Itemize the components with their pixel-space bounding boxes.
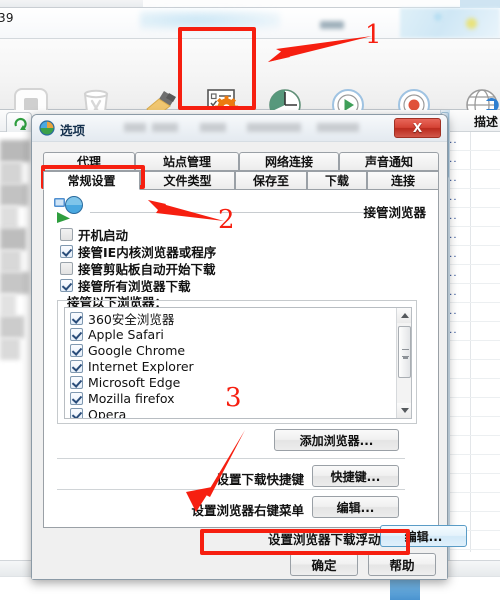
browser-list-scroll-up-icon[interactable]	[397, 308, 411, 323]
browser-group-box: 360安全浏览器 Apple Safari Google Chrome Interne…	[57, 300, 417, 424]
background-taskbar-highlight	[390, 578, 420, 600]
background-blur-region-left	[140, 10, 280, 30]
background-blurred-left-column	[0, 140, 30, 360]
tab-0-row2[interactable]: 常规设置	[43, 171, 140, 190]
list-item-label: Mozilla firefox	[88, 390, 175, 406]
ok-button[interactable]: 确定	[290, 553, 358, 576]
shortcut-edit-button[interactable]: 快捷键...	[312, 465, 399, 487]
tab-2-row1[interactable]: 网络连接	[239, 152, 339, 171]
context-menu-row-label: 设置浏览器右键菜单	[191, 503, 304, 518]
list-item-label: Google Chrome	[88, 342, 186, 358]
checkbox-checked-icon[interactable]	[70, 343, 83, 357]
background-blur-dot-yellow	[466, 18, 477, 29]
list-item-label: 360安全浏览器	[88, 311, 175, 327]
browser-list-box[interactable]: 360安全浏览器 Apple Safari Google Chrome Interne…	[64, 307, 412, 419]
checkbox-row-2[interactable]: 接管剪贴板自动开始下载	[60, 260, 216, 277]
list-item-label: Internet Explorer	[88, 358, 194, 374]
floating-bar-edit-button[interactable]: 编辑...	[380, 525, 467, 547]
refresh-green-arrow-icon	[14, 117, 27, 131]
checkbox-checked-icon[interactable]	[70, 391, 83, 405]
tab-2-row2[interactable]: 保存至	[235, 171, 307, 190]
options-globe-icon	[39, 120, 55, 136]
options-dialog: 选项 X 代理 站点管理 网络连接 声音通知常规设置 文件类型 保存至 下载 连接	[31, 114, 467, 580]
browser-list-scroll-thumb[interactable]	[398, 326, 411, 378]
help-button[interactable]: 帮助	[368, 553, 436, 576]
panel-divider	[90, 212, 380, 213]
list-item[interactable]: Opera	[70, 406, 127, 419]
dialog-title: 选项	[60, 123, 86, 138]
list-item-label: Microsoft Edge	[88, 374, 181, 390]
tab-0-row1[interactable]: 代理	[43, 152, 135, 171]
dialog-title-bar[interactable]: 选项 X	[32, 115, 447, 142]
list-item[interactable]: Internet Explorer	[70, 358, 194, 374]
checkbox-row-0[interactable]: 开机启动	[60, 226, 128, 243]
shortcut-row-label: 设置下载快捷键	[216, 472, 304, 487]
list-item-label: Apple Safari	[88, 326, 164, 342]
checkbox-checked-icon[interactable]	[70, 327, 83, 341]
background-top-strip-inner	[143, 0, 463, 7]
tab-1-row2[interactable]: 文件类型	[140, 171, 235, 190]
list-item-label: Opera	[88, 406, 127, 419]
checkbox-checked-icon[interactable]	[70, 311, 83, 325]
panel-section-title: 接管浏览器	[363, 205, 426, 220]
background-blur-region-mid	[320, 21, 344, 29]
tab-3-row2[interactable]: 下载	[307, 171, 367, 190]
background-small-tab[interactable]	[6, 112, 32, 132]
checkbox-checked-icon[interactable]	[70, 407, 83, 418]
checkbox-unchecked-icon[interactable]	[60, 228, 73, 241]
dialog-tab-strip: 代理 站点管理 网络连接 声音通知常规设置 文件类型 保存至 下载 连接	[43, 152, 439, 190]
browser-list-scroll-down-icon[interactable]	[397, 403, 411, 418]
list-item[interactable]: Mozilla firefox	[70, 390, 175, 406]
dialog-body: 代理 站点管理 网络连接 声音通知常规设置 文件类型 保存至 下载 连接 接管浏览器 开机启动…	[32, 142, 467, 579]
tab-1-row1[interactable]: 站点管理	[135, 152, 239, 171]
context-menu-edit-button[interactable]: 编辑...	[312, 496, 399, 518]
panel-divider-2	[57, 458, 405, 459]
checkbox-unchecked-icon[interactable]	[60, 262, 73, 275]
list-item[interactable]: Apple Safari	[70, 326, 164, 342]
browser-takeover-icon	[54, 196, 83, 223]
panel-divider-3	[57, 489, 405, 490]
main-toolbar: 全部停止 删除任务 删除全部	[0, 38, 500, 144]
dialog-close-button[interactable]: X	[394, 118, 441, 138]
browser-list-scrollbar[interactable]	[396, 308, 411, 418]
checkbox-checked-icon[interactable]	[60, 279, 73, 292]
screenshot-root: 39 全部停止 删除任务 删除全部	[0, 0, 500, 600]
background-blur-dot-blue	[434, 13, 442, 21]
floating-bar-row-label: 设置浏览器下载浮动条	[267, 532, 393, 547]
checkbox-checked-icon[interactable]	[60, 245, 73, 258]
checkbox-checked-icon[interactable]	[70, 359, 83, 373]
background-blur-region-right	[400, 8, 500, 38]
list-item[interactable]: Microsoft Edge	[70, 374, 180, 390]
list-item[interactable]: 360安全浏览器	[70, 310, 175, 327]
checkbox-row-1[interactable]: 接管IE内核浏览器或程序	[60, 243, 216, 260]
background-top-blur	[460, 0, 500, 8]
checkbox-checked-icon[interactable]	[70, 375, 83, 389]
general-settings-panel: 接管浏览器 开机启动 接管IE内核浏览器或程序 接管剪贴板自动开始下载 接管所有浏览器…	[43, 190, 439, 528]
tab-3-row1[interactable]: 声音通知	[339, 152, 439, 171]
background-partial-number: 39	[0, 11, 14, 25]
tab-4-row2[interactable]: 连接	[367, 171, 439, 190]
list-item[interactable]: Google Chrome	[70, 342, 185, 358]
background-column-header-desc: 描述	[474, 115, 499, 129]
add-browser-button[interactable]: 添加浏览器...	[274, 429, 399, 451]
